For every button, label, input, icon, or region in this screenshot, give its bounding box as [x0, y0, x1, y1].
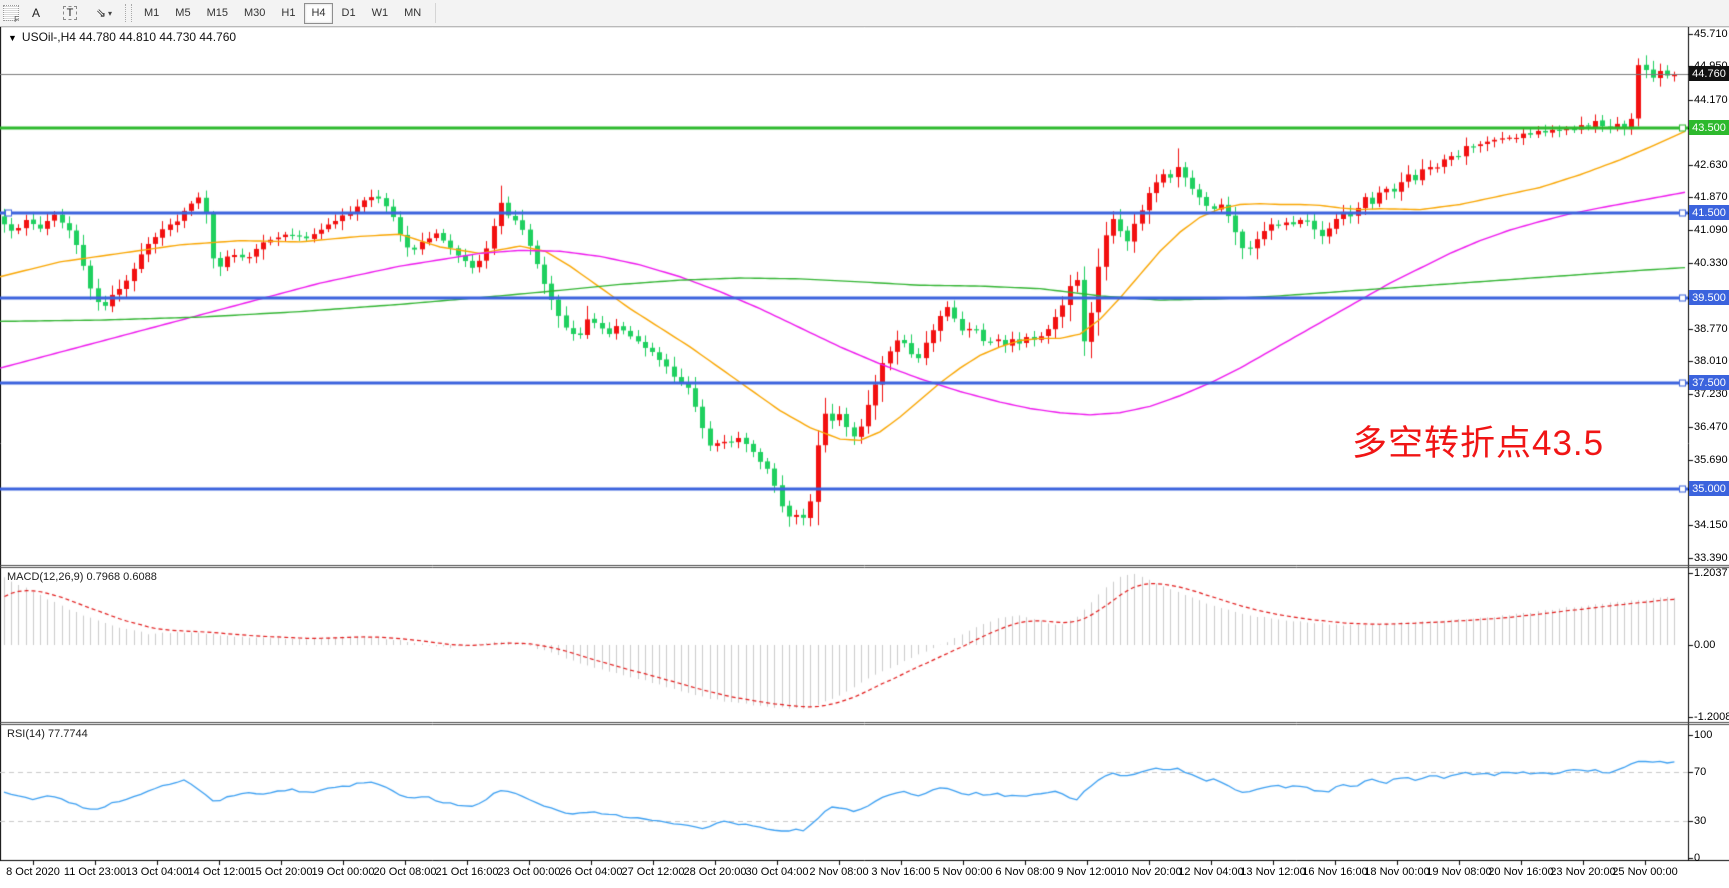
timeframe-button-m15[interactable]: M15 — [200, 3, 235, 24]
price-axis-tick: 42.630 — [1694, 159, 1728, 171]
time-axis-label: 12 Nov 04:00 — [1178, 866, 1243, 878]
arrow-tool-icon: ⇘ — [96, 6, 106, 20]
timeframe-button-m1[interactable]: M1 — [137, 3, 166, 24]
time-axis-label: 19 Oct 00:00 — [312, 866, 375, 878]
timeframe-group: M1M5M15M30H1H4D1W1MN — [136, 3, 429, 24]
toolbar-divider — [435, 3, 436, 23]
level-price-badge: 41.500 — [1689, 205, 1729, 220]
price-axis-tick: 45.710 — [1694, 28, 1728, 40]
level-price-badge: 39.500 — [1689, 290, 1729, 305]
time-axis-label: 10 Nov 20:00 — [1116, 866, 1181, 878]
timeframe-button-h1[interactable]: H1 — [274, 3, 302, 24]
time-axis-label: 16 Nov 16:00 — [1302, 866, 1367, 878]
collapse-chart-icon[interactable]: ▼ — [8, 33, 17, 43]
timeframe-button-w1[interactable]: W1 — [365, 3, 396, 24]
timeframe-button-h4[interactable]: H4 — [304, 3, 332, 24]
time-axis-label: 23 Oct 00:00 — [498, 866, 561, 878]
time-axis-label: 20 Oct 08:00 — [374, 866, 437, 878]
timeframe-button-d1[interactable]: D1 — [335, 3, 363, 24]
timeframe-button-m5[interactable]: M5 — [168, 3, 197, 24]
macd-axis-tick: -1.2008 — [1694, 711, 1729, 723]
price-axis-tick: 38.770 — [1694, 323, 1728, 335]
toolbar-separator — [125, 4, 132, 22]
chevron-down-icon: ▾ — [108, 9, 112, 18]
rsi-indicator-label: RSI(14) 77.7744 — [7, 728, 88, 740]
text-box-tool-button[interactable]: T — [55, 2, 85, 24]
timeframe-button-m30[interactable]: M30 — [237, 3, 272, 24]
time-axis-label: 21 Oct 16:00 — [436, 866, 499, 878]
time-axis-label: 6 Nov 08:00 — [995, 866, 1054, 878]
time-axis-label: 2 Nov 08:00 — [809, 866, 868, 878]
time-axis-label: 8 Oct 2020 — [6, 866, 60, 878]
price-axis-tick: 40.330 — [1694, 257, 1728, 269]
time-axis-label: 27 Oct 12:00 — [622, 866, 685, 878]
time-axis-label: 20 Nov 16:00 — [1488, 866, 1553, 878]
price-axis-tick: 44.170 — [1694, 94, 1728, 106]
time-axis-label: 25 Nov 00:00 — [1612, 866, 1677, 878]
level-price-badge: 43.500 — [1689, 120, 1729, 135]
macd-indicator-label: MACD(12,26,9) 0.7968 0.6088 — [7, 571, 157, 583]
price-axis-tick: 41.870 — [1694, 191, 1728, 203]
grip-f-label: F — [14, 15, 19, 24]
price-axis-tick: 34.150 — [1694, 519, 1728, 531]
macd-axis-tick: 0.00 — [1694, 639, 1715, 651]
time-axis-label: 14 Oct 12:00 — [188, 866, 251, 878]
toolbar-grip-icon[interactable]: F — [3, 5, 19, 21]
time-axis-label: 13 Nov 12:00 — [1240, 866, 1305, 878]
time-axis-label: 15 Oct 20:00 — [250, 866, 313, 878]
chart-title-text: USOil-,H4 44.780 44.810 44.730 44.760 — [22, 30, 236, 44]
time-axis-label: 18 Nov 00:00 — [1364, 866, 1429, 878]
time-axis-label: 30 Oct 04:00 — [746, 866, 809, 878]
terminal-window: F A T ⇘ ▾ M1M5M15M30H1H4D1W1MN ▼ USOil-,H… — [0, 0, 1729, 888]
time-axis-label: 13 Oct 04:00 — [126, 866, 189, 878]
level-price-badge: 35.000 — [1689, 481, 1729, 496]
time-axis-label: 19 Nov 08:00 — [1426, 866, 1491, 878]
rsi-axis-tick: 30 — [1694, 815, 1706, 827]
price-axis-tick: 37.230 — [1694, 388, 1728, 400]
rsi-axis-tick: 70 — [1694, 766, 1706, 778]
time-axis-label: 3 Nov 16:00 — [871, 866, 930, 878]
time-axis-label: 23 Nov 20:00 — [1550, 866, 1615, 878]
time-axis-label: 28 Oct 20:00 — [684, 866, 747, 878]
text-label-icon: A — [32, 6, 40, 20]
time-axis-label: 9 Nov 12:00 — [1057, 866, 1116, 878]
price-axis-tick: 41.090 — [1694, 224, 1728, 236]
rsi-axis-tick: 0 — [1694, 852, 1700, 864]
time-axis-label: 26 Oct 04:00 — [560, 866, 623, 878]
chart-title: ▼ USOil-,H4 44.780 44.810 44.730 44.760 — [8, 30, 236, 44]
price-axis-tick: 38.010 — [1694, 355, 1728, 367]
price-axis-tick: 36.470 — [1694, 421, 1728, 433]
text-box-icon: T — [63, 6, 78, 20]
price-axis-tick: 33.390 — [1694, 552, 1728, 564]
current-price-badge: 44.760 — [1689, 66, 1729, 81]
price-axis-tick: 35.690 — [1694, 454, 1728, 466]
time-axis-label: 11 Oct 23:00 — [64, 866, 126, 878]
chart-annotation-text[interactable]: 多空转折点43.5 — [1352, 415, 1604, 466]
time-axis-label: 5 Nov 00:00 — [933, 866, 992, 878]
text-label-tool-button[interactable]: A — [21, 2, 51, 24]
level-price-badge: 37.500 — [1689, 375, 1729, 390]
macd-axis-tick: 1.2037 — [1694, 567, 1728, 579]
arrow-tool-button[interactable]: ⇘ ▾ — [89, 2, 119, 24]
toolbar: F A T ⇘ ▾ M1M5M15M30H1H4D1W1MN — [0, 0, 1729, 27]
timeframe-button-mn[interactable]: MN — [397, 3, 428, 24]
rsi-axis-tick: 100 — [1694, 729, 1712, 741]
